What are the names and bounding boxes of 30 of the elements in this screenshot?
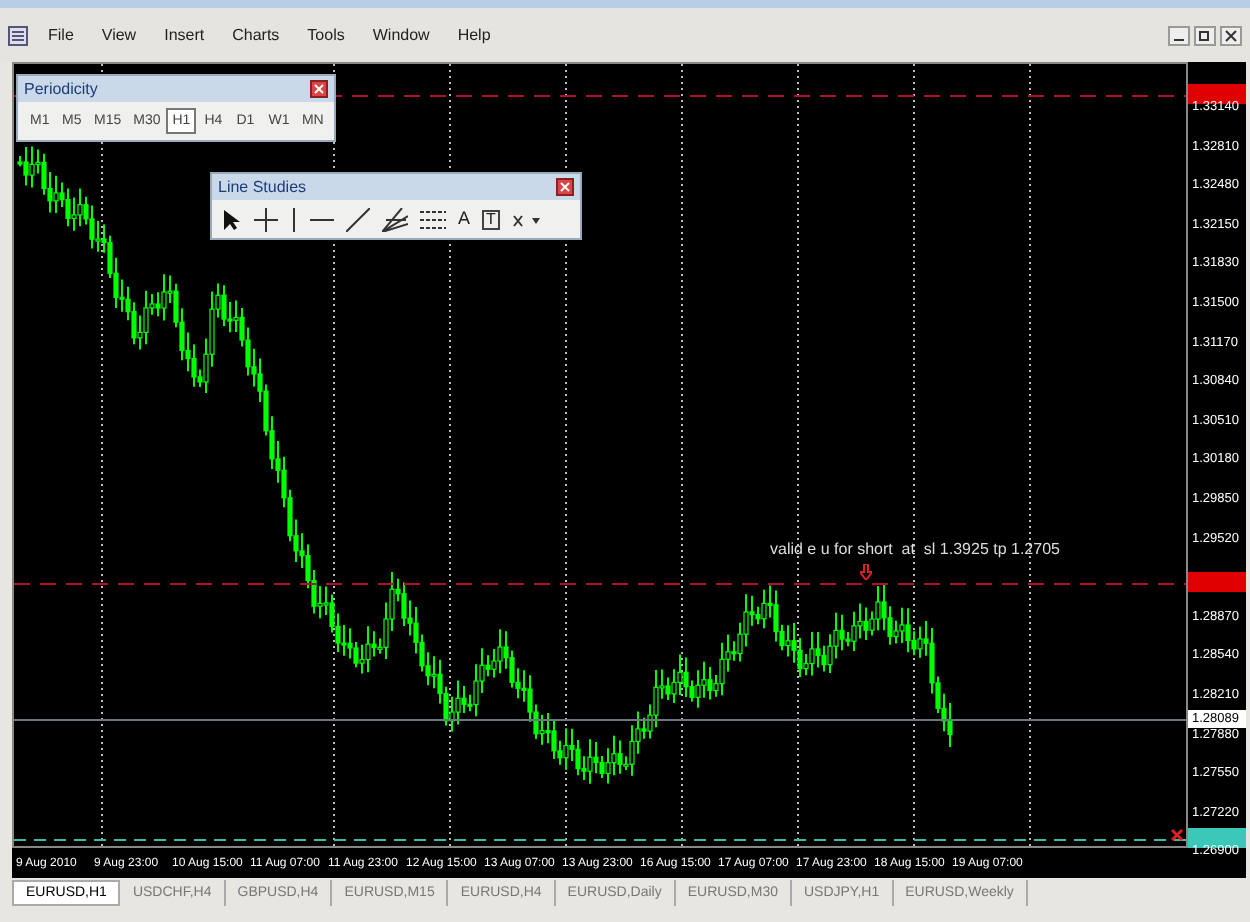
vertical-line-icon[interactable]: [290, 207, 298, 231]
horizontal-line-icon[interactable]: [310, 215, 334, 223]
price-marker: [1188, 572, 1246, 592]
toolbar-title: Line Studies: [218, 179, 307, 195]
text-tool[interactable]: A: [458, 210, 471, 228]
text-label-tool[interactable]: T: [482, 209, 500, 229]
chart-window-icon: [8, 25, 28, 45]
menu-item[interactable]: Help: [457, 23, 491, 47]
menu-item[interactable]: Tools: [307, 23, 345, 47]
price-marker: [1188, 84, 1246, 104]
menu-item[interactable]: Charts: [232, 23, 280, 47]
menu-item[interactable]: Insert: [164, 23, 205, 47]
trendline-icon[interactable]: [346, 207, 370, 231]
close-icon[interactable]: [310, 80, 328, 98]
price-marker: [1188, 828, 1246, 848]
chart-annotation: valid e u for short at sl 1.3925 tp 1.2705: [770, 542, 1060, 558]
minimize-icon[interactable]: [1168, 25, 1190, 45]
restore-icon[interactable]: [1194, 25, 1216, 45]
down-arrow-icon: [860, 564, 872, 580]
channel-icon[interactable]: [420, 207, 446, 231]
menu-item[interactable]: View: [101, 23, 137, 47]
menu-item[interactable]: File: [48, 23, 74, 47]
cursor-icon[interactable]: [222, 207, 242, 231]
close-icon[interactable]: [556, 178, 574, 196]
menu-item[interactable]: Window: [372, 23, 430, 47]
toolbar-title: Periodicity: [24, 81, 98, 97]
crosshair-icon[interactable]: [254, 207, 278, 231]
close-icon[interactable]: [1220, 25, 1242, 45]
fan-lines-icon[interactable]: [382, 207, 408, 231]
close-icon[interactable]: [1170, 828, 1184, 842]
